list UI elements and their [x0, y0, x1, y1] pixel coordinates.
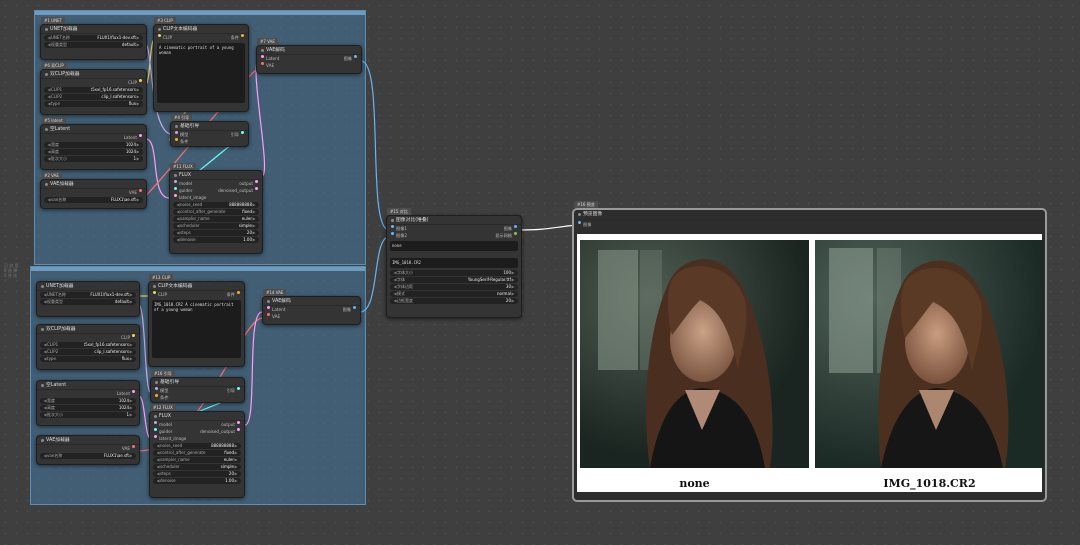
vae-output-socket[interactable]	[139, 188, 142, 192]
height-widget[interactable]: ◀ 高度 1024 ▶	[44, 149, 143, 155]
image-output-socket[interactable]	[354, 54, 357, 58]
dual-clip-node-bottom[interactable]: 双CLIP加载器 CLIP ◀ CLIP1 t5xxl_fp16.safetenso…	[36, 324, 140, 370]
vae-name-widget[interactable]: ◀ vae名称 FLUX1\ae.sft ▶	[40, 453, 136, 459]
caption-left: none	[679, 477, 710, 490]
unet-loader-node-bottom[interactable]: UNET加载器 ◀ UNET名称 FLUX1\flux1-dev.sft ▶ ◀ 权重类…	[36, 281, 140, 317]
clip2-widget[interactable]: ◀ CLIP2 clip_l.safetensors ▶	[40, 349, 136, 355]
vae-name-widget[interactable]: ◀ vae名称 FLUX1\ae.sft ▶	[44, 197, 143, 203]
image-compare-node[interactable]: #15 对比 图像对比(堆叠) 图像1 图像 图像2 显示网格 none IMG_1…	[386, 208, 522, 318]
preview-image-node[interactable]: #16 预览 预览图像 图像 none IMG_1018.CR2	[572, 201, 1047, 502]
sampler-name-widget[interactable]: ◀ sampler_name euler ▶	[153, 457, 241, 463]
clip-type-widget[interactable]: ◀ type flux ▶	[40, 356, 136, 362]
height-widget[interactable]: ◀ 高度 1024 ▶	[40, 405, 136, 411]
denoise-widget[interactable]: ◀ denoise 1.00 ▶	[173, 237, 259, 243]
vae-decode-node-top[interactable]: #7 VAE VAE解码 Latent 图像 VAE	[256, 38, 362, 74]
steps-widget[interactable]: ◀ steps 20 ▶	[173, 230, 259, 236]
font-margin-widget[interactable]: ◀ 字体边距 30 ▶	[390, 284, 518, 290]
clip-type-widget[interactable]: ◀ type flux ▶	[44, 101, 143, 107]
preview-photo-right	[815, 240, 1044, 468]
width-widget[interactable]: ◀ 宽度 1024 ▶	[40, 398, 136, 404]
clip2-widget[interactable]: ◀ CLIP2 clip_l.safetensors ▶	[44, 94, 143, 100]
font-size-widget[interactable]: ◀ 字体大小 100 ▶	[390, 270, 518, 276]
vae-loader-node-top[interactable]: #2 VAE VAE加载器 VAE ◀ vae名称 FLUX1\ae.sft ▶	[40, 172, 147, 209]
preview-photo-left	[580, 240, 809, 468]
unet-name-widget[interactable]: ◀ UNET名称 FLUX1\flux1-dev.sft ▶	[40, 292, 136, 298]
image-input-socket[interactable]	[578, 220, 581, 224]
denoise-widget[interactable]: ◀ denoise 1.00 ▶	[153, 478, 241, 484]
clip-output-socket[interactable]	[139, 78, 142, 82]
prompt-textarea[interactable]: IMG_1018.CR2 A cinematic portrait of a y…	[152, 300, 241, 358]
sampler-name-widget[interactable]: ◀ sampler_name euler ▶	[173, 216, 259, 222]
unet-name-widget[interactable]: ◀ UNET名称 FLUX1\flux1-dev.sft ▶	[44, 35, 143, 41]
clip1-widget[interactable]: ◀ CLIP1 t5xxl_fp16.safetensors ▶	[40, 342, 136, 348]
portrait-image-right	[815, 240, 1044, 468]
control-after-generate-widget[interactable]: ◀ control_after_generate fixed ▶	[173, 209, 259, 215]
latent-output-socket[interactable]	[139, 133, 142, 137]
scheduler-widget[interactable]: ◀ scheduler simple ▶	[153, 464, 241, 470]
clip-input-socket[interactable]	[158, 33, 161, 37]
image-output-socket[interactable]	[514, 224, 517, 228]
noise-seed-widget[interactable]: ◀ noise_seed 888888888 ▶	[153, 443, 241, 449]
border-width-widget[interactable]: ◀ 边框宽度 20 ▶	[390, 298, 518, 304]
empty-latent-node-bottom[interactable]: 空Latent Latent ◀ 宽度 1024 ▶ ◀ 高度 1024 ▶ ◀ 批次大小 1 ▶	[36, 380, 140, 426]
dual-clip-node-top[interactable]: #6 双CLIP 双CLIP加载器 CLIP ◀ CLIP1 t5xxl_fp16.…	[40, 62, 147, 115]
text2-textarea[interactable]: IMG_1018.CR2	[390, 258, 518, 268]
conditioning-output-socket[interactable]	[241, 33, 244, 37]
portrait-image-left	[580, 240, 809, 468]
basic-guider-node-top[interactable]: #4 引导 基础引导 模型 引导 条件	[170, 114, 249, 147]
noise-seed-widget[interactable]: ◀ noise_seed 888888888 ▶	[173, 202, 259, 208]
text1-textarea[interactable]: none	[390, 241, 518, 251]
mode-widget[interactable]: ◀ 模式 normal ▶	[390, 291, 518, 297]
empty-latent-node-top[interactable]: #5 latent 空Latent Latent ◀ 宽度 1024 ▶ ◀ 高度 102…	[40, 117, 147, 170]
vae-decode-node-bottom[interactable]: #14 VAE VAE解码 Latent 图像 VAE	[262, 289, 361, 325]
scheduler-widget[interactable]: ◀ scheduler simple ▶	[173, 223, 259, 229]
weight-dtype-widget[interactable]: ◀ 权重类型 default ▶	[44, 42, 143, 48]
preview-canvas[interactable]: none IMG_1018.CR2	[577, 234, 1044, 492]
control-after-generate-widget[interactable]: ◀ control_after_generate fixed ▶	[153, 450, 241, 456]
font-widget[interactable]: ◀ 字体 YoungSerif-Regular.ttf ▶	[390, 277, 518, 283]
basic-guider-node-bottom[interactable]: #16 引导 基础引导 模型 引导 条件	[150, 370, 245, 403]
vae-loader-node-bottom[interactable]: VAE加载器 VAE ◀ vae名称 FLUX1\ae.sft ▶	[36, 435, 140, 465]
clip1-widget[interactable]: ◀ CLIP1 t5xxl_fp16.safetensors ▶	[44, 87, 143, 93]
clip-text-encode-node-top[interactable]: #3 CLIP CLIP文本编码器 CLIP 条件 A cinematic por…	[153, 17, 249, 112]
guider-output-socket[interactable]	[241, 130, 244, 134]
weight-dtype-widget[interactable]: ◀ 权重类型 default ▶	[40, 299, 136, 305]
status-note: 已 启 用0 选 择0 合 适	[4, 263, 19, 278]
batch-size-widget[interactable]: ◀ 批次大小 1 ▶	[40, 412, 136, 418]
steps-widget[interactable]: ◀ steps 20 ▶	[153, 471, 241, 477]
flux-sampler-node-top[interactable]: #11 FLUX FLUX model output guider denoised…	[169, 163, 263, 254]
unet-loader-node-top[interactable]: #1 UNET UNET加载器 ◀ UNET名称 FLUX1\flux1-dev.s…	[40, 17, 147, 60]
node-collapse-icon[interactable]	[45, 27, 48, 31]
batch-size-widget[interactable]: ◀ 批次大小 1 ▶	[44, 156, 143, 162]
width-widget[interactable]: ◀ 宽度 1024 ▶	[44, 142, 143, 148]
caption-right: IMG_1018.CR2	[883, 477, 976, 490]
link-image-preview	[520, 224, 577, 231]
flux-sampler-node-bottom[interactable]: #12 FLUX FLUX model output guider denoised…	[149, 404, 245, 498]
prompt-textarea[interactable]: A cinematic portrait of a young woman	[157, 43, 245, 103]
clip-text-encode-node-bottom[interactable]: #13 CLIP CLIP文本编码器 CLIP 条件 IMG_1018.CR2 A…	[148, 274, 245, 367]
